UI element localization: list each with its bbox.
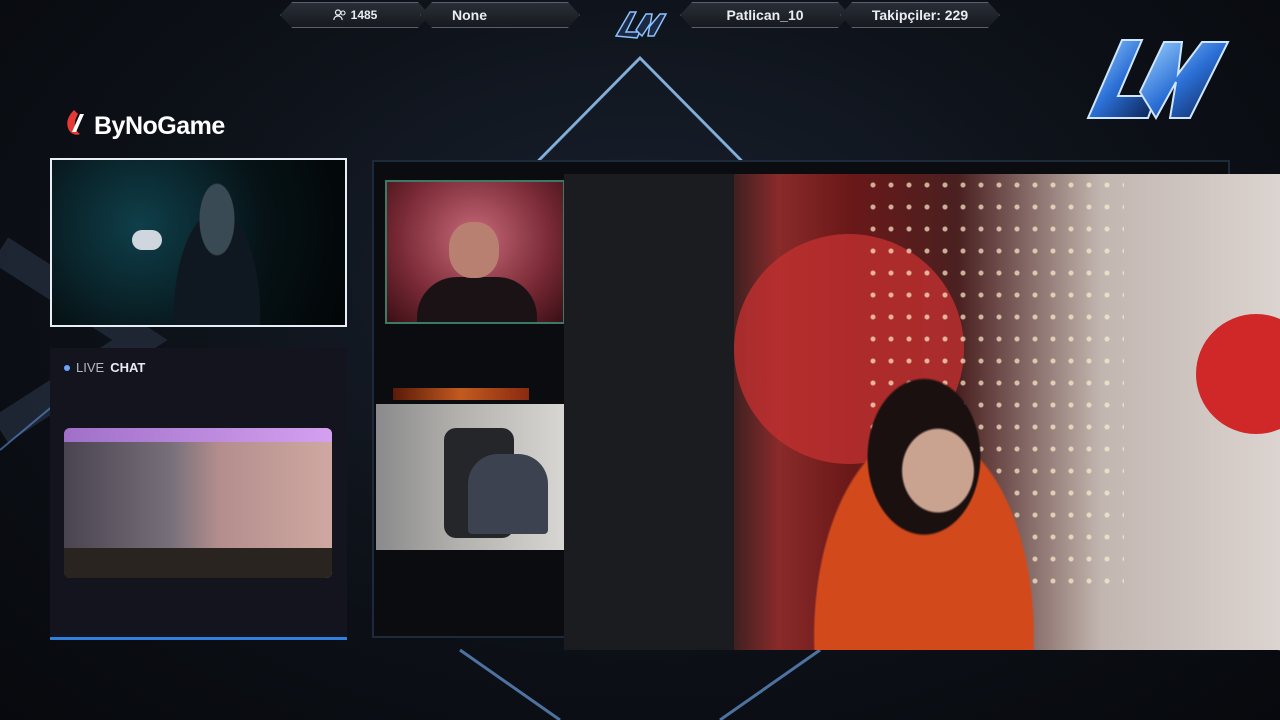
live-label: LIVE: [76, 360, 105, 375]
current-game: None: [420, 2, 580, 28]
led-strip: [64, 428, 332, 442]
chat-label: CHAT: [110, 360, 146, 375]
guest-1-head: [449, 222, 499, 278]
viewer-count: 1485: [280, 2, 430, 28]
live-chat-panel: LIVE CHAT: [50, 348, 347, 640]
guest-webcam-1: [385, 180, 565, 324]
room-floor: [64, 548, 332, 578]
fireplace-strip: [393, 388, 529, 400]
guest-webcam-chat: [64, 428, 332, 578]
streamer-username: Patlican_10: [680, 2, 850, 28]
main-guest-figure: [784, 374, 1064, 650]
follower-count: Takipçiler: 229: [840, 2, 1000, 28]
live-dot-icon: [64, 364, 70, 371]
stream-stats-bar: 1485 None Patlican_10 Takipçiler: 229: [280, 2, 1000, 39]
guest-webcam-2: [376, 404, 564, 550]
microphone: [132, 230, 162, 250]
lnv-brand-logo-icon: [1086, 39, 1230, 120]
lnv-logo-icon: [614, 11, 668, 39]
main-guest-webcam: [564, 174, 1280, 650]
users-icon: [333, 9, 347, 21]
bookshelf: [564, 174, 734, 650]
guest-1-body: [417, 277, 537, 322]
host-webcam: [50, 158, 347, 327]
bynogame-logo-icon: [64, 108, 90, 145]
sponsor-logo: ByNoGame: [64, 108, 225, 145]
live-chat-header: LIVE CHAT: [64, 360, 145, 375]
viewer-count-value: 1485: [350, 8, 378, 22]
guest-2-body: [468, 454, 548, 534]
host-figure: [162, 182, 272, 325]
sponsor-name: ByNoGame: [94, 112, 225, 140]
red-sun-tapestry: [1196, 314, 1280, 434]
